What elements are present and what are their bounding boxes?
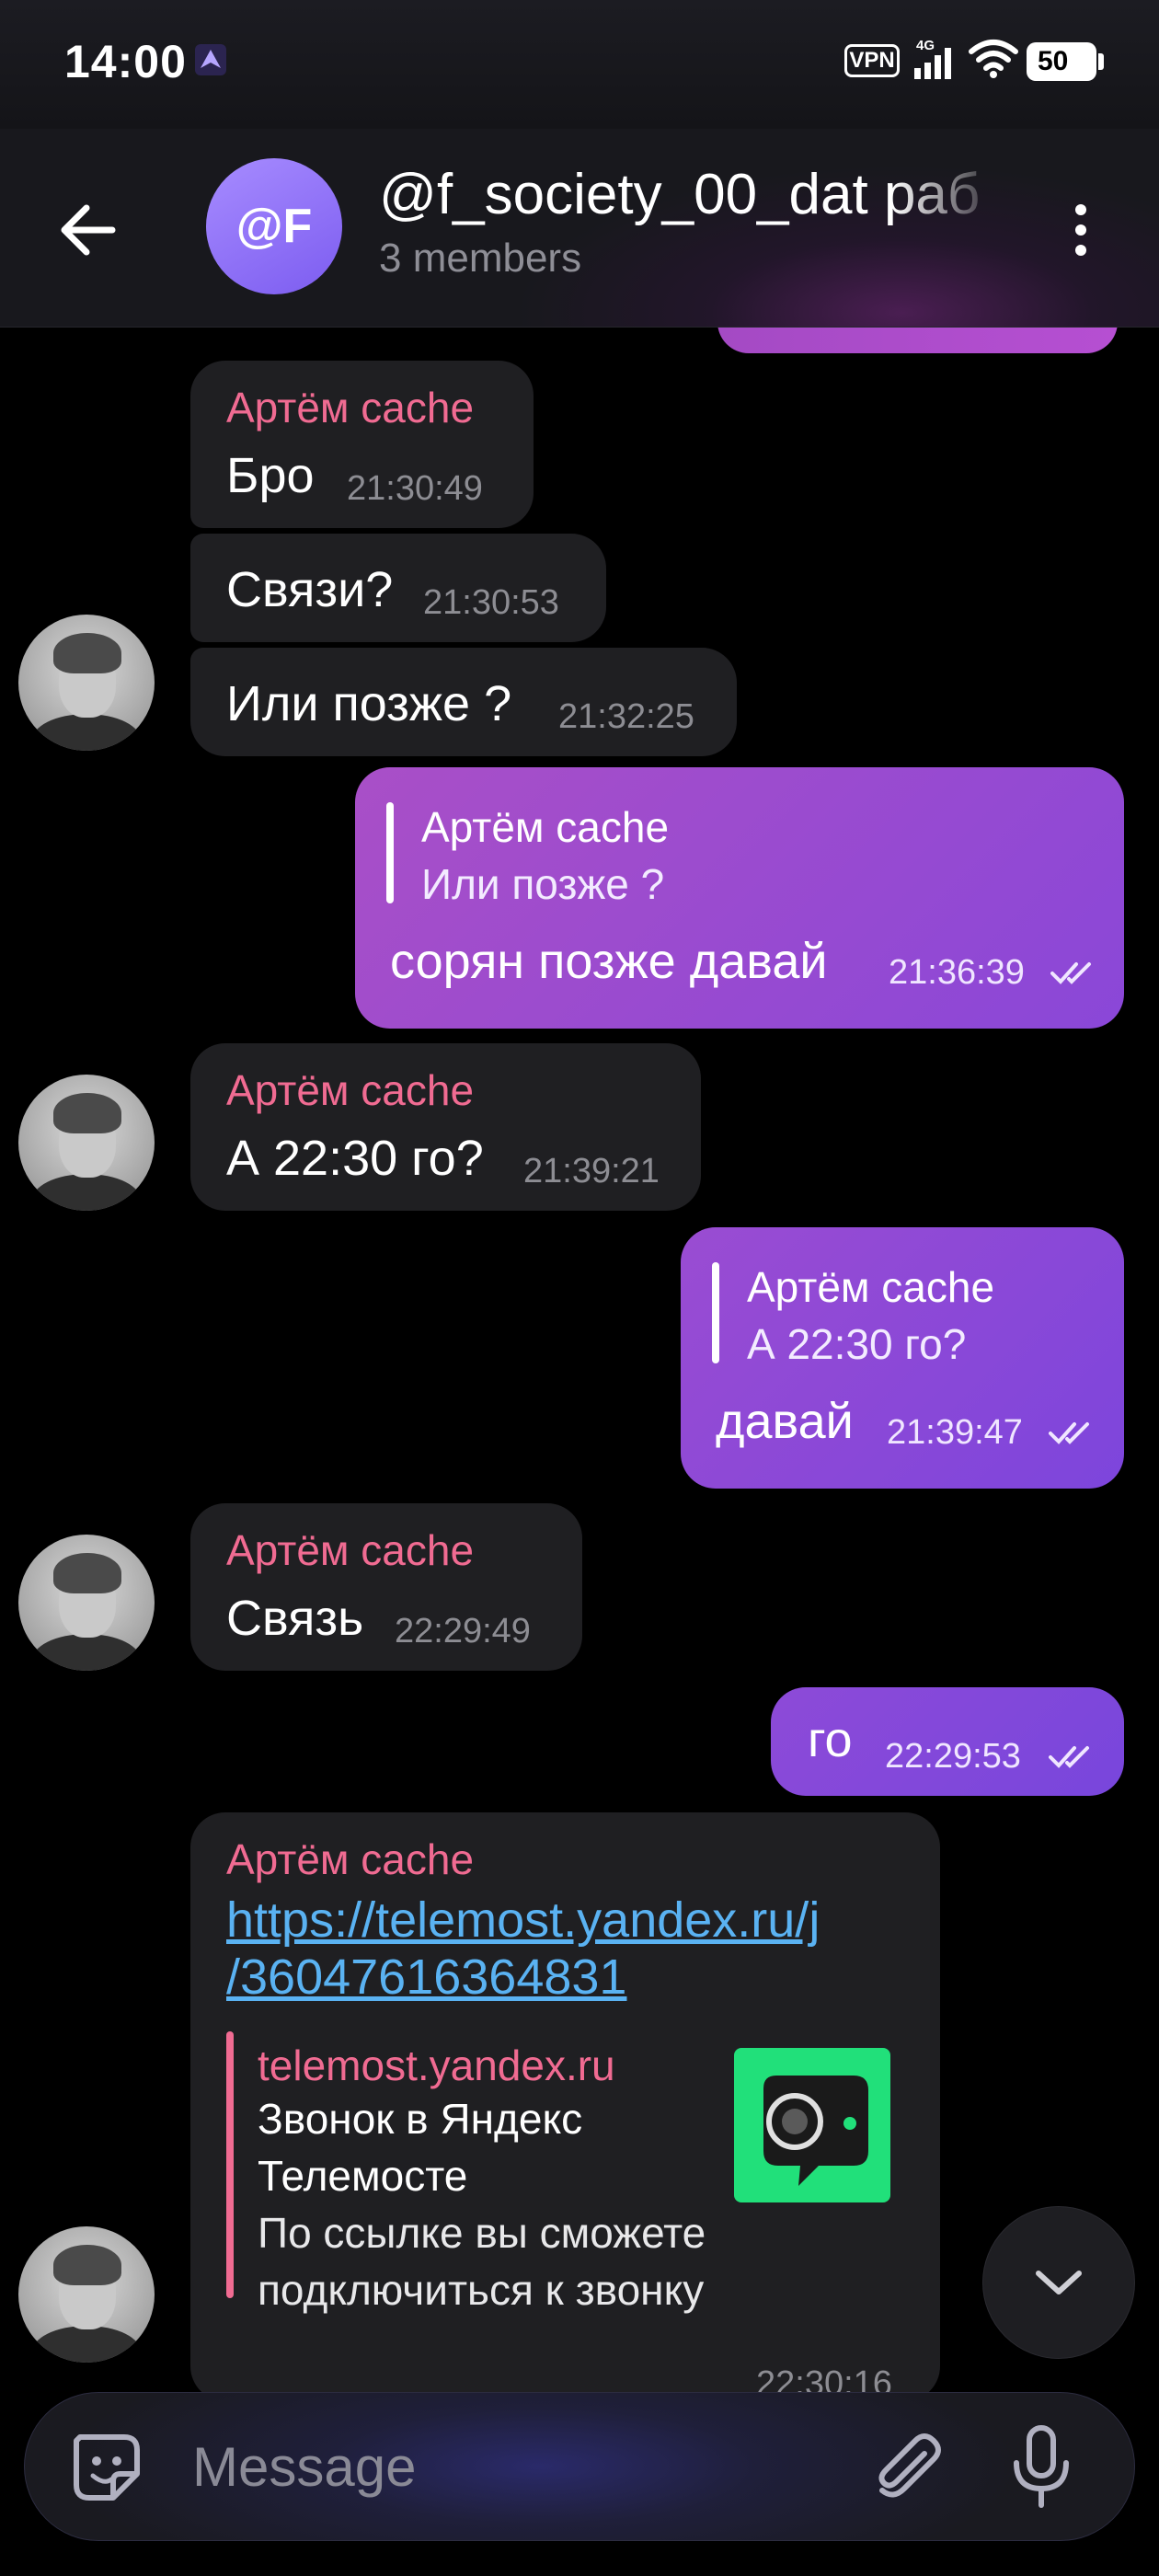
message-text: А 22:30 го? bbox=[226, 1131, 484, 1186]
message-text: го bbox=[808, 1712, 853, 1767]
reply-text[interactable]: А 22:30 го? bbox=[747, 1319, 966, 1369]
message-input[interactable]: Message bbox=[192, 2435, 416, 2499]
sticker-icon[interactable] bbox=[67, 2428, 146, 2507]
paperclip-icon[interactable] bbox=[867, 2426, 948, 2507]
message-link[interactable]: https://telemost.yandex.ru/j bbox=[226, 1892, 820, 1949]
message-link[interactable]: /36047616364831 bbox=[226, 1949, 626, 2006]
cellular-signal-icon: 4G bbox=[914, 38, 951, 79]
message-time: 21:32:25 bbox=[558, 697, 694, 736]
message-text: Связь bbox=[226, 1591, 364, 1646]
members-count: 3 members bbox=[379, 236, 582, 281]
message-text: Связи? bbox=[226, 562, 394, 617]
message-time: 21:30:49 bbox=[347, 469, 483, 508]
message-text: давай bbox=[716, 1394, 854, 1449]
chevron-down-icon bbox=[1036, 2271, 1082, 2294]
reply-sender[interactable]: Артём cache bbox=[421, 802, 669, 852]
battery-indicator: 50 bbox=[1027, 42, 1104, 81]
message-time: 22:29:53 bbox=[885, 1737, 1021, 1776]
app-notification-icon bbox=[195, 44, 226, 75]
telemost-logo-icon[interactable] bbox=[734, 2048, 890, 2202]
incoming-message[interactable]: Или позже ? 21:32:25 bbox=[190, 648, 737, 756]
vpn-badge: VPN bbox=[844, 44, 900, 77]
double-check-icon bbox=[1050, 962, 1091, 984]
message-time: 22:29:49 bbox=[395, 1612, 531, 1650]
more-vertical-icon[interactable] bbox=[1067, 199, 1095, 263]
double-check-icon bbox=[1049, 1422, 1089, 1444]
chat-title[interactable]: @f_society_00_dat раб bbox=[379, 162, 1004, 228]
outgoing-message[interactable]: Артём cache Или позже ? сорян позже дава… bbox=[355, 767, 1124, 1029]
message-time: 21:30:53 bbox=[423, 583, 559, 622]
link-preview-site[interactable]: telemost.yandex.ru bbox=[258, 2041, 615, 2090]
link-preview-title[interactable]: Звонок в Яндекс bbox=[258, 2090, 582, 2147]
composer-area: Message bbox=[0, 2392, 1159, 2576]
reply-text[interactable]: Или позже ? bbox=[421, 859, 664, 909]
reply-quote-bar bbox=[712, 1262, 719, 1363]
sender-name[interactable]: Артём cache bbox=[226, 383, 474, 432]
sender-avatar[interactable] bbox=[18, 615, 155, 751]
incoming-message[interactable]: Связи? 21:30:53 bbox=[190, 534, 606, 642]
double-check-icon bbox=[1049, 1746, 1089, 1768]
incoming-message[interactable]: Артём cache А 22:30 го? 21:39:21 bbox=[190, 1043, 701, 1211]
message-text: сорян позже давай bbox=[390, 934, 828, 989]
sender-name[interactable]: Артём cache bbox=[226, 1834, 474, 1884]
message-time: 21:39:47 bbox=[887, 1413, 1023, 1452]
sender-avatar[interactable] bbox=[18, 2226, 155, 2363]
link-preview-description[interactable]: подключиться к звонку bbox=[258, 2261, 704, 2318]
wifi-icon bbox=[969, 40, 1018, 78]
message-text: Бро bbox=[226, 448, 315, 503]
sender-avatar[interactable] bbox=[18, 1075, 155, 1211]
scroll-to-bottom-button[interactable] bbox=[982, 2206, 1135, 2359]
status-time: 14:00 bbox=[64, 36, 187, 87]
incoming-message[interactable]: Артём cache Бро 21:30:49 bbox=[190, 361, 534, 528]
message-time: 21:36:39 bbox=[889, 953, 1025, 992]
sender-name[interactable]: Артём cache bbox=[226, 1525, 474, 1575]
incoming-message[interactable]: Артём cache Связь 22:29:49 bbox=[190, 1503, 582, 1671]
message-time: 21:39:21 bbox=[523, 1152, 660, 1190]
sender-name[interactable]: Артём cache bbox=[226, 1065, 474, 1115]
previous-outgoing-bubble-edge bbox=[717, 328, 1118, 353]
message-composer[interactable]: Message bbox=[24, 2392, 1135, 2541]
reply-sender[interactable]: Артём cache bbox=[747, 1262, 994, 1312]
chat-header: @F @f_society_00_dat раб 3 members bbox=[0, 129, 1159, 328]
back-arrow-icon[interactable] bbox=[55, 202, 120, 258]
svg-text:4G: 4G bbox=[916, 38, 935, 53]
group-avatar[interactable]: @F bbox=[206, 158, 342, 294]
link-preview-description[interactable]: По ссылке вы сможете bbox=[258, 2204, 706, 2261]
link-preview-bar bbox=[226, 2031, 234, 2298]
microphone-icon[interactable] bbox=[1009, 2422, 1073, 2511]
link-preview-title[interactable]: Телемосте bbox=[258, 2147, 467, 2204]
status-bar: 14:00 VPN 4G 50 bbox=[0, 0, 1159, 129]
reply-quote-bar bbox=[386, 802, 394, 903]
outgoing-message[interactable]: Артём cache А 22:30 го? давай 21:39:47 bbox=[681, 1227, 1124, 1489]
message-text: Или позже ? bbox=[226, 676, 512, 731]
message-time: 22:30:16 bbox=[756, 2364, 892, 2392]
outgoing-message[interactable]: го 22:29:53 bbox=[771, 1687, 1124, 1796]
sender-avatar[interactable] bbox=[18, 1535, 155, 1671]
message-list[interactable]: Артём cache Бро 21:30:49 Связи? 21:30:53… bbox=[0, 328, 1159, 2392]
